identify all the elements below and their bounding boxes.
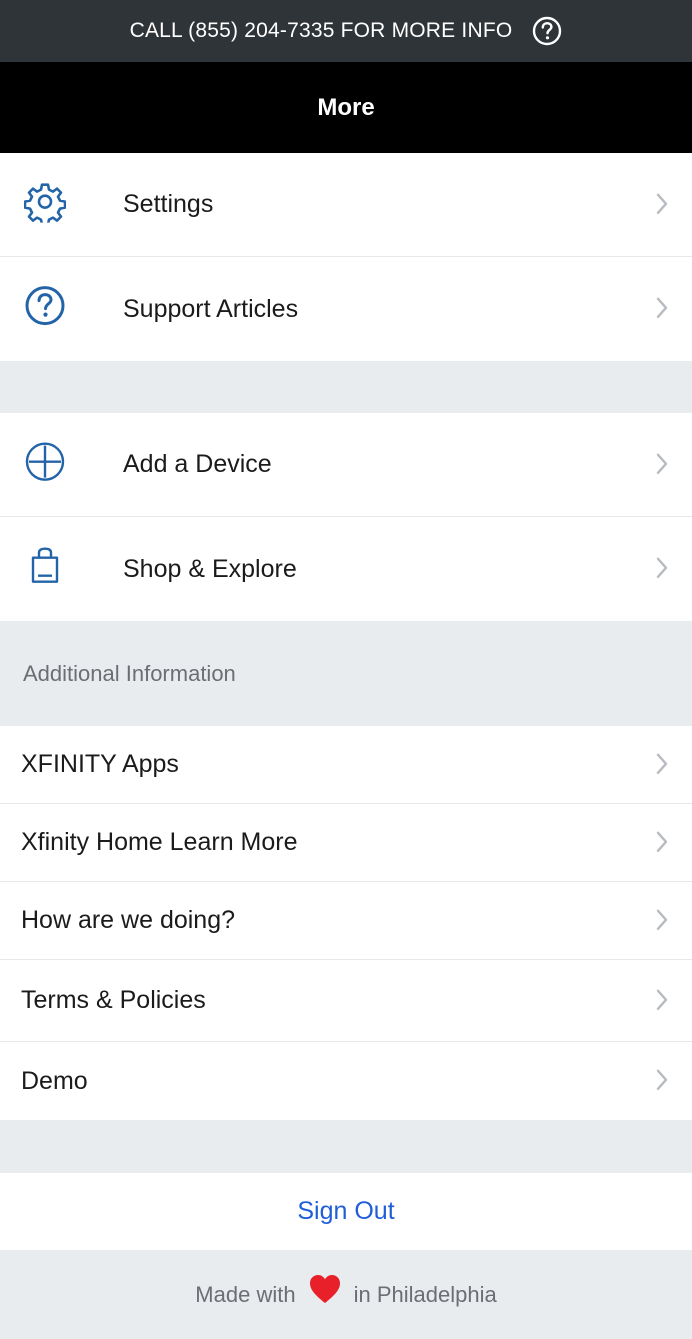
footer-suffix: in Philadelphia (353, 1281, 497, 1307)
gear-icon (24, 180, 66, 223)
question-circle-icon[interactable] (532, 16, 562, 46)
section-header-label: Additional Information (23, 660, 236, 686)
chevron-right-icon (656, 909, 668, 930)
question-circle-icon (24, 285, 66, 327)
heart-icon (309, 1274, 340, 1303)
menu-item-label: Xfinity Home Learn More (21, 828, 298, 856)
shopping-bag-icon (24, 545, 66, 587)
menu-item-label: Terms & Policies (21, 986, 206, 1014)
chevron-right-icon (656, 453, 668, 474)
device-menu-group: Add a Device Shop & Explore (0, 413, 692, 621)
footer-prefix: Made with (195, 1281, 296, 1307)
chevron-right-icon (656, 193, 668, 214)
page-title: More (317, 93, 375, 121)
menu-item-label: Support Articles (123, 294, 299, 323)
section-spacer (0, 1120, 692, 1173)
menu-item-label: Demo (21, 1066, 88, 1095)
sign-out-label: Sign Out (297, 1197, 395, 1225)
menu-item-label: Shop & Explore (123, 554, 297, 583)
menu-item-support-articles[interactable]: Support Articles (0, 257, 692, 361)
chevron-right-icon (656, 989, 668, 1010)
plus-circle-icon (24, 440, 66, 482)
section-header-additional-information: Additional Information (0, 621, 692, 726)
chevron-right-icon (656, 753, 668, 774)
page-title-bar: More (0, 62, 692, 153)
chevron-right-icon (656, 297, 668, 318)
menu-item-label: How are we doing? (21, 906, 236, 934)
menu-item-terms-policies[interactable]: Terms & Policies (0, 960, 692, 1042)
additional-info-group: XFINITY Apps Xfinity Home Learn More How… (0, 726, 692, 1120)
menu-item-how-are-we-doing[interactable]: How are we doing? (0, 882, 692, 960)
menu-item-xfinity-apps[interactable]: XFINITY Apps (0, 726, 692, 804)
sign-out-button[interactable]: Sign Out (0, 1173, 692, 1250)
menu-item-settings[interactable]: Settings (0, 153, 692, 257)
call-banner-text: CALL (855) 204-7335 FOR MORE INFO (129, 19, 513, 42)
menu-item-shop-explore[interactable]: Shop & Explore (0, 517, 692, 621)
chevron-right-icon (656, 1069, 668, 1091)
menu-item-xfinity-home-learn-more[interactable]: Xfinity Home Learn More (0, 804, 692, 882)
menu-item-demo[interactable]: Demo (0, 1042, 692, 1120)
call-banner[interactable]: CALL (855) 204-7335 FOR MORE INFO (0, 0, 692, 62)
menu-item-label: Settings (123, 190, 214, 218)
primary-menu-group: Settings Support Articles (0, 153, 692, 361)
menu-item-label: XFINITY Apps (21, 750, 179, 778)
chevron-right-icon (656, 831, 668, 852)
menu-item-add-device[interactable]: Add a Device (0, 413, 692, 517)
chevron-right-icon (656, 557, 668, 578)
footer: Made with in Philadelphia (0, 1250, 692, 1339)
menu-item-label: Add a Device (123, 450, 272, 478)
section-spacer (0, 361, 692, 413)
